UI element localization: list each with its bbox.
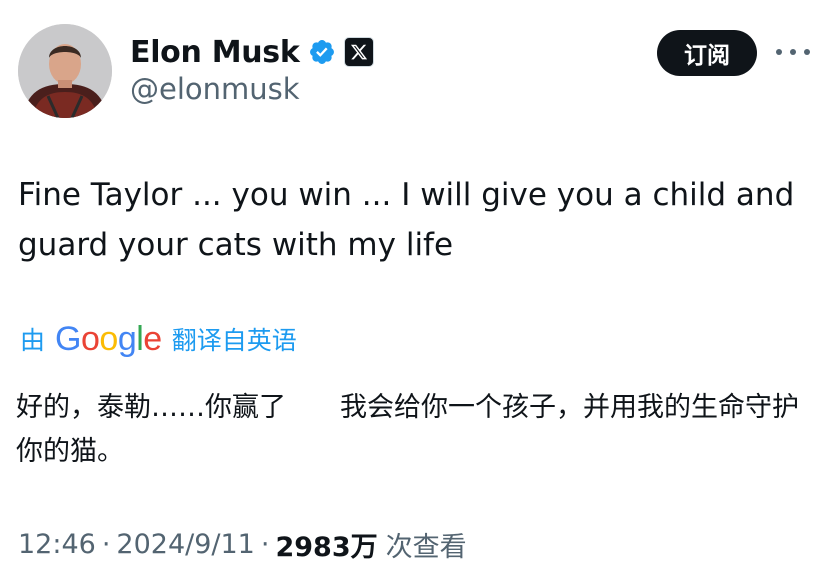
meta-separator: · — [101, 528, 111, 560]
views-count: 2983万 — [275, 531, 378, 563]
more-options-icon[interactable] — [776, 40, 810, 64]
tweet-meta: 12:46 · 2024/9/11 · 2983万 次查看 — [18, 524, 467, 564]
google-letter: o — [99, 319, 118, 358]
subscribe-button[interactable]: 订阅 — [657, 30, 757, 76]
google-logo: Google — [55, 320, 162, 359]
translation-suffix: 翻译自英语 — [171, 326, 297, 355]
translation-attribution[interactable]: 由 Google 翻译自英语 — [20, 318, 297, 360]
author-name-row: Elon Musk — [130, 32, 374, 72]
more-dot — [790, 49, 796, 55]
more-dot — [804, 49, 810, 55]
meta-separator: · — [260, 528, 270, 560]
translation-prefix: 由 — [20, 326, 46, 355]
translated-text: 好的，泰勒……你赢了 我会给你一个孩子，并用我的生命守护你的猫。 — [16, 392, 799, 467]
avatar-image — [18, 24, 112, 118]
google-letter: G — [55, 319, 81, 358]
tweet-date[interactable]: 2024/9/11 — [116, 529, 254, 560]
tweet-time[interactable]: 12:46 — [18, 529, 96, 560]
google-letter: o — [80, 319, 100, 358]
views-label: 次查看 — [385, 531, 467, 563]
avatar[interactable] — [18, 24, 112, 118]
google-letter: g — [117, 319, 137, 358]
more-dot — [776, 49, 782, 55]
tweet-detail: Elon Musk @elonmusk 订阅 Fine Taylor ... y… — [0, 0, 828, 585]
google-letter: e — [143, 319, 162, 358]
author-handle[interactable]: @elonmusk — [130, 72, 300, 106]
author-display-name[interactable]: Elon Musk — [130, 35, 300, 70]
tweet-text: Fine Taylor ... you win ... I will give … — [18, 177, 795, 263]
x-affiliation-icon — [343, 37, 374, 67]
verified-badge-icon — [309, 40, 334, 64]
